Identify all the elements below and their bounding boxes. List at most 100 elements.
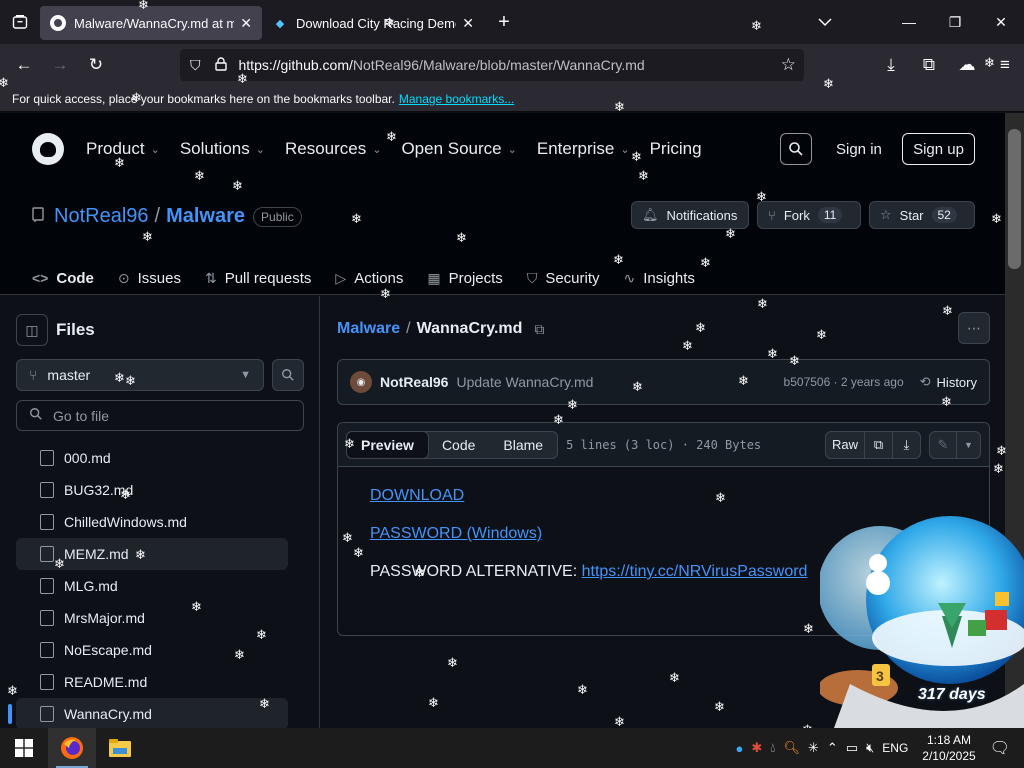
- reload-icon[interactable]: ↻: [78, 49, 114, 81]
- new-tab-button[interactable]: +: [484, 11, 524, 34]
- tab-issues[interactable]: ⊙ Issues: [118, 261, 181, 295]
- shield-icon[interactable]: ⛉: [190, 57, 201, 74]
- file-icon: [40, 610, 54, 626]
- alt-password-link[interactable]: https://tiny.cc/NRVirusPassword: [582, 563, 808, 580]
- more-options-icon[interactable]: ⋯: [958, 312, 990, 344]
- collapse-panel-icon[interactable]: ◫: [16, 314, 48, 346]
- notifications-center-icon[interactable]: 🗨︎: [990, 738, 1010, 758]
- fork-button[interactable]: ⑂ Fork 11: [757, 201, 861, 229]
- url-bar[interactable]: ⛉ https://github.com/NotReal96/Malware/b…: [180, 49, 804, 81]
- file-tree-item[interactable]: ChilledWindows.md: [16, 506, 288, 538]
- edit-pencil-icon[interactable]: ✎: [929, 430, 957, 459]
- breadcrumb-repo-link[interactable]: Malware: [337, 320, 400, 338]
- forward-arrow-icon[interactable]: →: [42, 49, 78, 81]
- tab-pull-requests[interactable]: ⇅ Pull requests: [205, 261, 311, 295]
- gh-nav-resources[interactable]: Resources ⌄: [285, 139, 381, 159]
- gh-nav-enterprise[interactable]: Enterprise ⌄: [537, 139, 630, 159]
- back-arrow-icon[interactable]: ←: [6, 49, 42, 81]
- volume-muted-icon[interactable]: 🔇︎: [866, 740, 874, 756]
- minimize-window-button[interactable]: —: [886, 0, 932, 44]
- star-button[interactable]: ☆ Star 52: [869, 201, 975, 229]
- file-tree-item[interactable]: WannaCry.md: [8, 698, 288, 730]
- browser-tab-github[interactable]: Malware/WannaCry.md at mast ✕: [40, 6, 262, 40]
- raw-button[interactable]: Raw: [825, 430, 865, 459]
- file-tree-item[interactable]: MrsMajor.md: [16, 602, 288, 634]
- tab-label: Actions: [354, 269, 404, 287]
- file-icon: [40, 450, 54, 466]
- copy-raw-icon[interactable]: ⧉: [865, 430, 893, 459]
- avatar[interactable]: ◉: [350, 371, 372, 393]
- tab-overview-icon[interactable]: [0, 0, 40, 44]
- start-button[interactable]: [0, 728, 48, 768]
- downloads-icon[interactable]: ⤓: [872, 49, 910, 81]
- gh-nav-label: Resources: [284, 139, 367, 158]
- file-name: BUG32.md: [64, 482, 134, 498]
- sign-in-link[interactable]: Sign in: [836, 141, 882, 158]
- manage-bookmarks-link[interactable]: Manage bookmarks...: [399, 92, 514, 106]
- gh-nav-product[interactable]: Product ⌄: [86, 139, 160, 159]
- code-tab[interactable]: Code: [428, 432, 489, 458]
- tab-projects[interactable]: ▦ Projects: [427, 261, 502, 295]
- bookmark-star-icon[interactable]: ☆: [781, 55, 796, 75]
- menu-icon[interactable]: ≡: [986, 49, 1024, 81]
- antivirus-tray-icon[interactable]: ✱: [751, 740, 762, 756]
- commit-author[interactable]: NotReal96: [380, 374, 448, 390]
- drop-tray-icon[interactable]: 💧︎: [770, 740, 775, 756]
- gh-nav-solutions[interactable]: Solutions ⌄: [180, 139, 265, 159]
- account-icon[interactable]: ☁: [948, 49, 986, 81]
- go-to-file-input[interactable]: Go to file: [16, 400, 304, 431]
- download-link[interactable]: DOWNLOAD: [370, 487, 464, 504]
- code-icon: <>: [32, 270, 49, 286]
- extensions-icon[interactable]: ⧉: [910, 49, 948, 81]
- search-tray-icon[interactable]: 🔍︎: [783, 740, 800, 756]
- file-tree-item[interactable]: BUG32.md: [16, 474, 288, 506]
- sign-up-button[interactable]: Sign up: [902, 133, 975, 165]
- file-explorer-taskbar-icon[interactable]: [96, 728, 144, 768]
- file-tree-item[interactable]: MLG.md: [16, 570, 288, 602]
- tab-insights[interactable]: ∿ Insights: [624, 261, 695, 295]
- close-window-button[interactable]: ✕: [978, 0, 1024, 44]
- repo-name-link[interactable]: Malware: [166, 205, 245, 228]
- search-icon[interactable]: [780, 133, 812, 165]
- file-tree-item[interactable]: NoEscape.md: [16, 634, 288, 666]
- language-indicator[interactable]: ENG: [882, 741, 908, 755]
- snow-globe-widget[interactable]: 3 317 days: [818, 488, 1024, 728]
- scrollbar-thumb[interactable]: [1008, 129, 1021, 269]
- network-icon[interactable]: ▭: [846, 740, 858, 756]
- close-tab-icon[interactable]: ✕: [240, 15, 252, 32]
- file-tree-item[interactable]: README.md: [16, 666, 288, 698]
- gh-nav-pricing[interactable]: Pricing: [650, 139, 702, 159]
- restore-window-button[interactable]: ❐: [932, 0, 978, 44]
- firefox-taskbar-icon[interactable]: [48, 728, 96, 768]
- snowflake-tray-icon[interactable]: ✳: [808, 740, 819, 756]
- tab-security[interactable]: ⛉ Security: [527, 261, 600, 295]
- github-logo-icon[interactable]: [32, 133, 64, 165]
- chevron-down-icon: ⌄: [150, 143, 160, 156]
- search-files-icon[interactable]: [272, 359, 304, 391]
- preview-tab[interactable]: Preview: [346, 430, 429, 459]
- tab-actions[interactable]: ▷ Actions: [335, 261, 403, 295]
- browser-tab-city-racing[interactable]: ◆ Download City Racing Demo fo ✕: [262, 6, 484, 40]
- notifications-button[interactable]: 🔔︎ Notifications: [631, 201, 749, 229]
- download-raw-icon[interactable]: ⤓: [893, 430, 921, 459]
- history-button[interactable]: ⟲ History: [920, 374, 977, 390]
- gh-nav-open-source[interactable]: Open Source ⌄: [401, 139, 516, 159]
- copy-path-icon[interactable]: ⧉: [534, 321, 544, 338]
- list-tabs-chevron-icon[interactable]: [802, 0, 848, 44]
- edge-tray-icon[interactable]: ●: [735, 741, 743, 756]
- repo-owner-link[interactable]: NotReal96: [54, 205, 149, 228]
- file-tree-item[interactable]: MEMZ.md: [16, 538, 288, 570]
- lock-icon[interactable]: [214, 56, 227, 74]
- file-icon: [40, 674, 54, 690]
- clock[interactable]: 1:18 AM 2/10/2025: [922, 732, 975, 764]
- file-tree-item[interactable]: 000.md: [16, 442, 288, 474]
- tab-code[interactable]: <> Code: [24, 261, 102, 301]
- commit-meta[interactable]: b507506 · 2 years ago: [784, 375, 904, 389]
- close-tab-icon[interactable]: ✕: [462, 15, 474, 32]
- edit-dropdown-icon[interactable]: ▼: [957, 430, 981, 459]
- show-hidden-icons-icon[interactable]: ⌃: [827, 740, 838, 756]
- password-link[interactable]: PASSWORD (Windows): [370, 525, 542, 542]
- branch-selector[interactable]: ⑂ master ▼: [16, 359, 264, 391]
- blame-tab[interactable]: Blame: [489, 432, 557, 458]
- commit-message[interactable]: Update WannaCry.md: [456, 374, 593, 390]
